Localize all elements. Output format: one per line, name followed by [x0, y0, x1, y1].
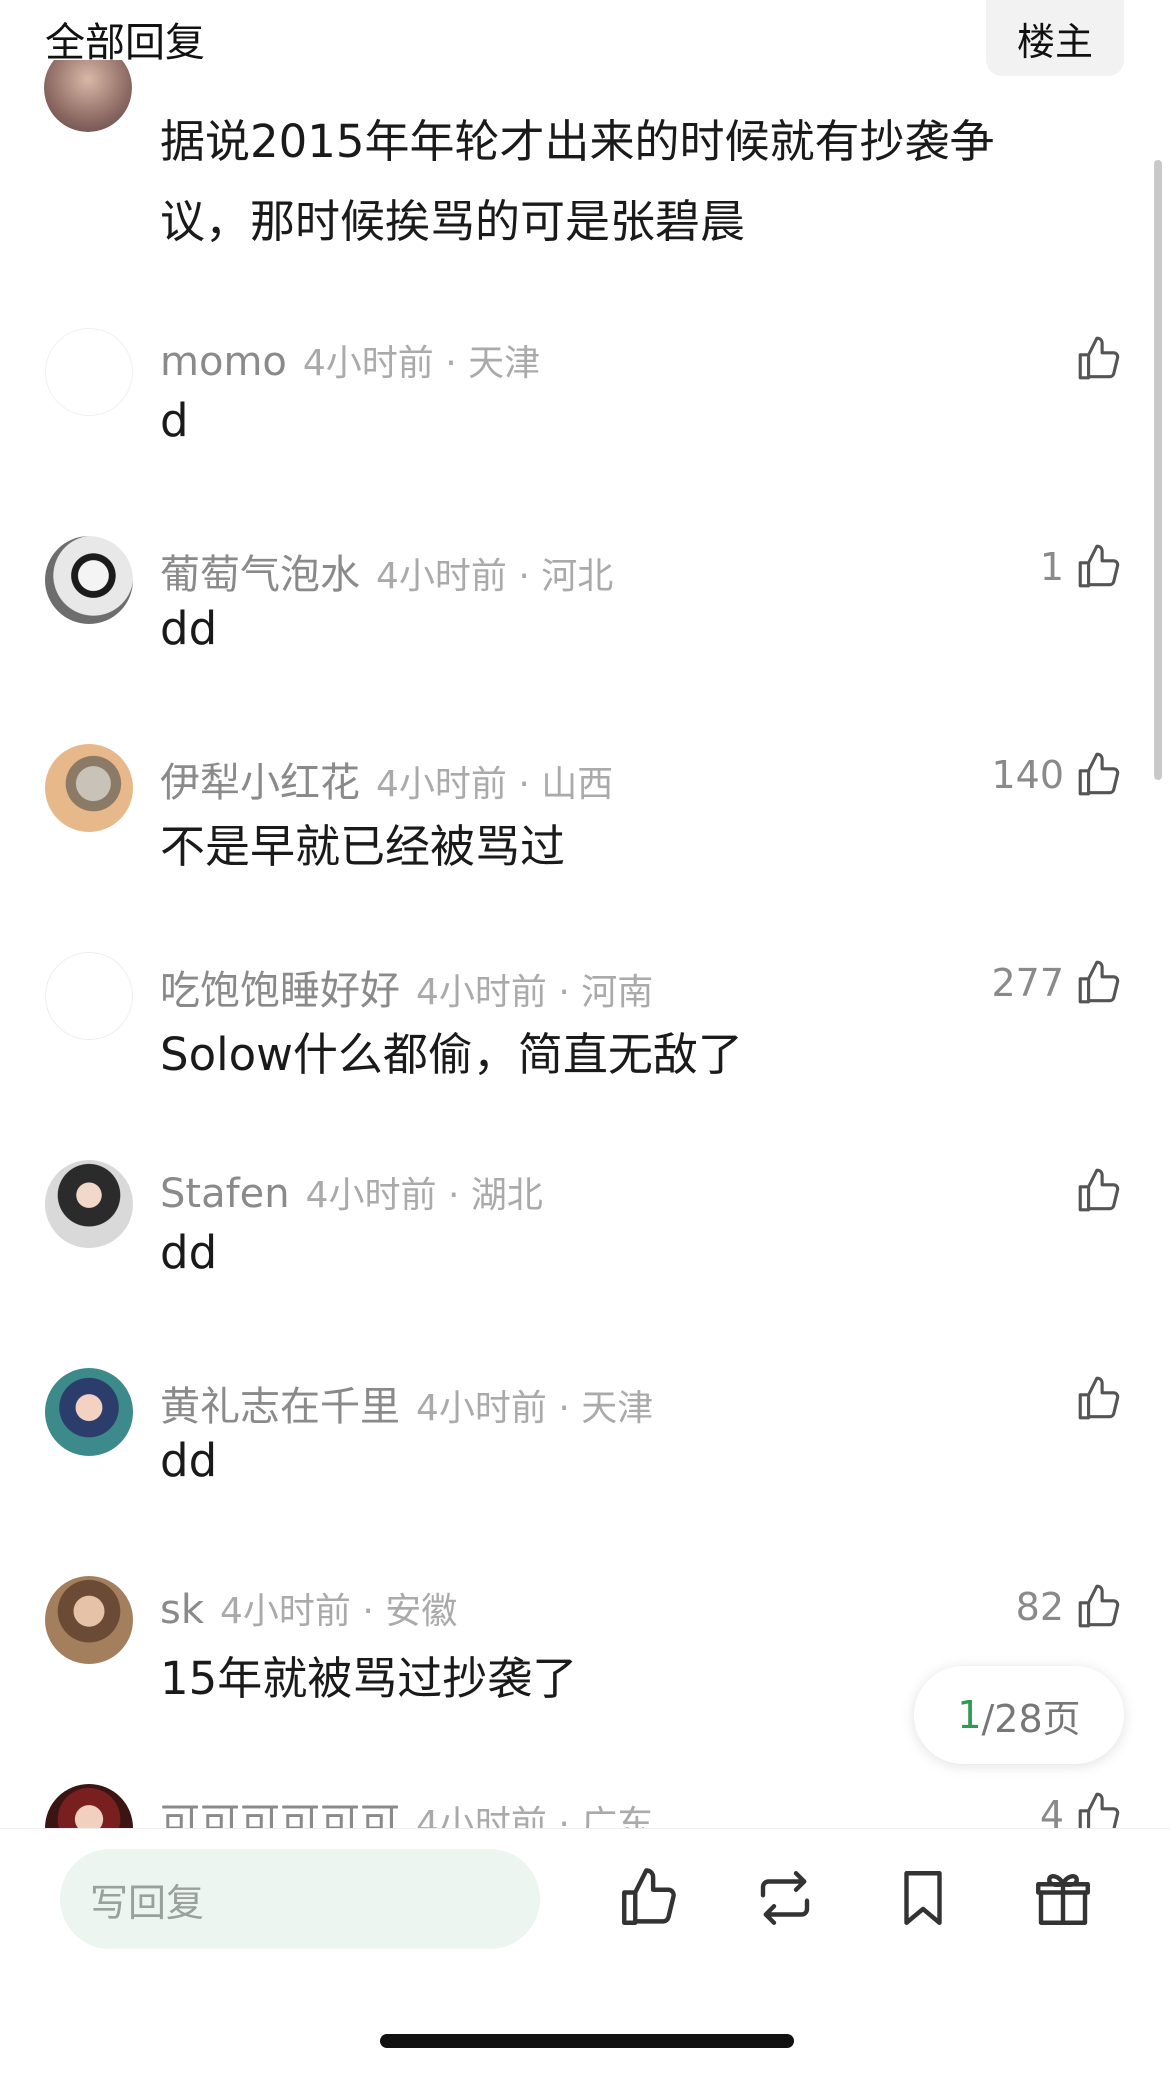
- avatar[interactable]: [45, 744, 133, 832]
- like-count: 82: [1015, 1585, 1064, 1629]
- avatar[interactable]: [45, 328, 133, 416]
- gift-icon[interactable]: [1030, 1865, 1096, 1931]
- bookmark-icon[interactable]: [890, 1865, 956, 1931]
- like-button[interactable]: [1064, 1374, 1124, 1424]
- comment-item[interactable]: 伊犁小红花 4小时前 · 山西不是早就已经被骂过 140: [0, 744, 1170, 944]
- header: 全部回复 楼主: [0, 0, 1170, 90]
- like-count: 1: [1039, 545, 1064, 589]
- like-button[interactable]: [1064, 1166, 1124, 1216]
- avatar[interactable]: [45, 1160, 133, 1248]
- like-button[interactable]: 82: [1016, 1582, 1124, 1632]
- comment-content: 不是早就已经被骂过: [160, 820, 566, 873]
- comment-item[interactable]: 可可可可可可 4小时前 · 广东 4: [0, 1784, 1170, 1828]
- thumbs-up-icon[interactable]: [1074, 1374, 1124, 1424]
- like-count: 140: [991, 753, 1064, 797]
- comment-content: 15年就被骂过抄袭了: [160, 1652, 578, 1705]
- comment-meta: 4小时前 · 天津: [416, 1388, 654, 1429]
- thumbs-up-icon[interactable]: [1074, 542, 1124, 592]
- comment-username[interactable]: sk 4小时前 · 安徽: [160, 1582, 457, 1634]
- comment-item[interactable]: 黄礼志在千里 4小时前 · 天津 dd: [0, 1368, 1170, 1568]
- like-button[interactable]: [1064, 334, 1124, 384]
- comment-content: d: [160, 394, 189, 447]
- thumbs-up-icon[interactable]: [616, 1865, 682, 1931]
- comment-content: dd: [160, 1226, 218, 1279]
- comment-item[interactable]: 葡萄气泡水 4小时前 · 河北 dd 1: [0, 536, 1170, 736]
- thumbs-up-icon[interactable]: [1074, 1582, 1124, 1632]
- comment-meta: 4小时前 · 安徽: [220, 1591, 458, 1632]
- comment-username[interactable]: 可可可可可可 4小时前 · 广东: [160, 1790, 653, 1828]
- like-button[interactable]: 277: [991, 958, 1124, 1008]
- like-count: 277: [991, 961, 1064, 1005]
- comment-username[interactable]: momo 4小时前 · 天津: [160, 334, 540, 386]
- comment-content: dd: [160, 602, 218, 655]
- avatar[interactable]: [45, 952, 133, 1040]
- comment-item[interactable]: Stafen 4小时前 · 湖北 dd: [0, 1160, 1170, 1360]
- comment-meta: 4小时前 · 天津: [302, 343, 541, 384]
- repost-icon[interactable]: [752, 1865, 818, 1931]
- comment-meta: 4小时前 · 广东: [416, 1804, 654, 1828]
- avatar[interactable]: [45, 536, 133, 624]
- thumbs-up-icon[interactable]: [1074, 1790, 1124, 1828]
- owner-only-button[interactable]: 楼主: [986, 0, 1124, 76]
- avatar[interactable]: [45, 1784, 133, 1828]
- comment-username[interactable]: 葡萄气泡水 4小时前 · 河北: [160, 542, 613, 600]
- avatar[interactable]: [44, 60, 132, 132]
- avatar[interactable]: [45, 1368, 133, 1456]
- like-button[interactable]: 4: [1040, 1790, 1124, 1828]
- like-button[interactable]: 140: [991, 750, 1124, 800]
- comment-username[interactable]: Stafen 4小时前 · 湖北: [160, 1166, 543, 1218]
- comment-content: dd: [160, 1434, 218, 1487]
- page-total: /28页: [981, 1696, 1081, 1741]
- reply-placeholder: 写回复: [90, 1880, 205, 1925]
- thumbs-up-icon[interactable]: [1074, 750, 1124, 800]
- comment-item[interactable]: 吃饱饱睡好好 4小时前 · 河南 Solow什么都偷，简直无敌了 277: [0, 952, 1170, 1152]
- page-current: 1: [957, 1693, 982, 1737]
- comment-username[interactable]: 伊犁小红花 4小时前 · 山西: [160, 750, 613, 808]
- comment-meta: 4小时前 · 山西: [376, 764, 614, 805]
- comment-username[interactable]: 吃饱饱睡好好 4小时前 · 河南: [160, 958, 653, 1016]
- thumbs-up-icon[interactable]: [1074, 334, 1124, 384]
- comment-meta: 4小时前 · 河北: [376, 556, 614, 597]
- avatar[interactable]: [45, 1576, 133, 1664]
- comment-content: Solow什么都偷，简直无敌了: [160, 1028, 743, 1081]
- comment-item[interactable]: momo 4小时前 · 天津 d: [0, 328, 1170, 528]
- comment-content: 据说2015年年轮才出来的时候就有抄袭争议，那时候挨骂的可是张碧晨: [160, 115, 995, 248]
- like-count: 4: [1039, 1793, 1064, 1828]
- reply-input[interactable]: 写回复: [60, 1849, 540, 1949]
- comment-meta: 4小时前 · 河南: [416, 972, 654, 1013]
- like-button[interactable]: 1: [1040, 542, 1124, 592]
- thumbs-up-icon[interactable]: [1074, 1166, 1124, 1216]
- comment-meta: 4小时前 · 湖北: [305, 1175, 543, 1216]
- comment-username[interactable]: 黄礼志在千里 4小时前 · 天津: [160, 1374, 653, 1432]
- page-indicator[interactable]: 1/28页: [914, 1666, 1124, 1764]
- thumbs-up-icon[interactable]: [1074, 958, 1124, 1008]
- home-indicator: [380, 2034, 794, 2048]
